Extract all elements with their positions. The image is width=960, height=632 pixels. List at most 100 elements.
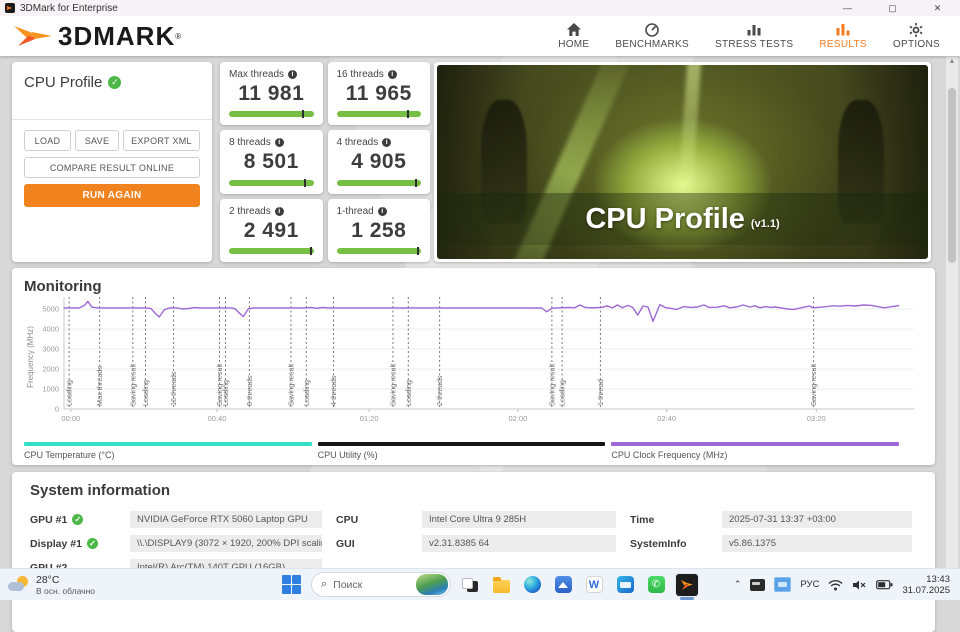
gear-icon	[909, 23, 923, 37]
taskbar-clock[interactable]: 13:43 31.07.2025	[902, 574, 950, 596]
svg-text:2000: 2000	[42, 365, 59, 374]
task-view-button[interactable]	[458, 573, 482, 597]
svg-text:Loading: Loading	[141, 380, 150, 406]
system-info-col-mid: CPU Intel Core Ultra 9 285H GUI v2.31.8385 …	[336, 511, 616, 576]
system-info-row: CPU Intel Core Ultra 9 285H	[336, 511, 616, 528]
3dmark-taskbar-icon	[676, 573, 698, 596]
language-indicator[interactable]: РУС	[800, 579, 819, 590]
legend-item[interactable]: CPU Clock Frequency (MHz)	[611, 442, 900, 460]
3dmark-taskbar-button[interactable]	[675, 572, 699, 597]
score-marker	[414, 178, 417, 187]
scrollbar-thumb[interactable]	[948, 88, 956, 263]
svg-text:02:40: 02:40	[657, 414, 676, 423]
file-explorer-button[interactable]	[489, 573, 513, 597]
svg-text:Max threads: Max threads	[95, 365, 104, 406]
nav-options-label: OPTIONS	[892, 39, 940, 50]
svg-text:Loading: Loading	[558, 380, 567, 406]
svg-text:Loading: Loading	[404, 380, 413, 406]
system-info-col-left: GPU #1 ✓ NVIDIA GeForce RTX 5060 Laptop GP…	[30, 511, 322, 576]
nav-results-label: RESULTS	[819, 39, 867, 50]
save-button[interactable]: SAVE	[75, 130, 119, 151]
info-icon[interactable]: i	[288, 70, 298, 79]
nav-results[interactable]: RESULTS	[819, 22, 867, 50]
system-info-label: Time	[630, 513, 655, 526]
score-marker	[309, 246, 312, 255]
info-icon[interactable]: i	[274, 138, 284, 148]
photos-icon	[554, 576, 572, 593]
info-icon[interactable]: i	[387, 70, 397, 79]
weather-icon	[8, 575, 30, 595]
svg-text:00:00: 00:00	[61, 414, 80, 423]
score-value: 11 981	[238, 82, 305, 105]
check-icon: ✓	[108, 76, 122, 89]
edge-browser-button[interactable]	[520, 573, 544, 597]
system-info-label: CPU	[336, 513, 359, 526]
svg-text:00:40: 00:40	[208, 414, 227, 423]
results-chart-icon	[836, 24, 850, 36]
export-xml-button[interactable]: EXPORT XML	[123, 130, 200, 151]
phone-app-button[interactable]: ✆	[644, 573, 668, 597]
photos-app-button[interactable]	[551, 573, 575, 597]
mail-app-button[interactable]	[613, 573, 637, 597]
weather-temp: 28°C	[36, 573, 60, 586]
taskbar-search[interactable]: ⌕ Поиск	[311, 572, 451, 597]
info-icon[interactable]: i	[274, 206, 284, 216]
minimize-button[interactable]: —	[825, 0, 870, 16]
svg-text:03:20: 03:20	[807, 414, 826, 423]
scrollbar-up-arrow[interactable]: ▲	[946, 58, 958, 65]
svg-text:Saving result: Saving result	[547, 364, 556, 406]
3dmark-logo: 3DMARK ®	[12, 21, 181, 52]
nav-home[interactable]: HOME	[558, 22, 589, 50]
edge-icon	[523, 576, 541, 593]
run-again-button[interactable]: RUN AGAIN	[24, 184, 200, 207]
system-info-title: System information	[30, 482, 171, 499]
svg-text:Loading: Loading	[302, 380, 311, 406]
legend-item[interactable]: CPU Utility (%)	[317, 442, 606, 460]
load-button[interactable]: LOAD	[24, 130, 71, 151]
info-icon[interactable]: i	[377, 206, 387, 216]
clock-time: 13:43	[926, 573, 950, 585]
battery-icon[interactable]	[876, 579, 893, 590]
svg-text:1000: 1000	[42, 385, 59, 394]
window-titlebar: 3DMark for Enterprise — ▢ ✕	[0, 0, 960, 16]
svg-text:1 thread: 1 thread	[596, 379, 605, 406]
system-info-row: Display #1 ✓ \\.\DISPLAY9 (3072 × 1920, 20…	[30, 535, 322, 552]
vertical-scrollbar[interactable]: ▲	[946, 56, 958, 568]
score-label: 8 threads	[229, 137, 271, 149]
start-button[interactable]	[280, 573, 304, 597]
system-info-value: NVIDIA GeForce RTX 5060 Laptop GPU	[130, 511, 322, 528]
score-bar	[229, 246, 314, 255]
benchmark-hero-banner: CPU Profile (v1.1)	[434, 62, 931, 262]
folder-icon	[492, 576, 510, 593]
info-icon[interactable]: i	[382, 138, 392, 148]
close-button[interactable]: ✕	[915, 0, 960, 16]
search-daily-image[interactable]	[416, 574, 448, 595]
hero-title-band: CPU Profile (v1.1)	[437, 193, 928, 246]
w-app-button[interactable]: W	[582, 573, 606, 597]
brand-text: 3DMARK	[58, 20, 176, 51]
legend-item[interactable]: CPU Temperature (°C)	[24, 442, 312, 460]
volume-muted-icon[interactable]	[852, 579, 867, 591]
legend-label: CPU Temperature (°C)	[24, 450, 115, 460]
result-panel: CPU Profile ✓ LOAD SAVE EXPORT XML COMPA…	[12, 62, 212, 262]
svg-text:Saving result: Saving result	[388, 364, 397, 406]
monitoring-chart: 0 1000 2000 3000 4000 5000 Frequency (MHz) 00:0…	[24, 297, 923, 442]
tray-expand-chevron[interactable]: ⌃	[734, 579, 742, 590]
svg-text:Saving result: Saving result	[809, 364, 818, 406]
nav-benchmarks[interactable]: BENCHMARKS	[615, 22, 689, 50]
monitoring-title: Monitoring	[24, 278, 102, 295]
score-bar	[336, 178, 421, 187]
tray-app-icon[interactable]	[774, 577, 792, 592]
weather-widget[interactable]: 28°C В осн. облачно	[0, 574, 150, 596]
maximize-button[interactable]: ▢	[870, 0, 915, 16]
score-label: 16 threads	[336, 69, 384, 80]
app-header: 3DMARK ® HOME BENCHMARKS STRESS TESTS RE…	[0, 16, 960, 56]
compare-result-online-button[interactable]: COMPARE RESULT ONLINE	[24, 157, 200, 178]
tray-device-icon[interactable]	[750, 578, 766, 591]
score-card-1-thread: 1-thread i 1 258	[327, 198, 430, 262]
svg-text:8 threads: 8 threads	[245, 375, 254, 406]
nav-stress-tests[interactable]: STRESS TESTS	[715, 22, 793, 50]
wifi-icon[interactable]	[828, 579, 843, 591]
nav-options[interactable]: OPTIONS	[893, 22, 940, 50]
check-icon: ✓	[86, 538, 98, 549]
